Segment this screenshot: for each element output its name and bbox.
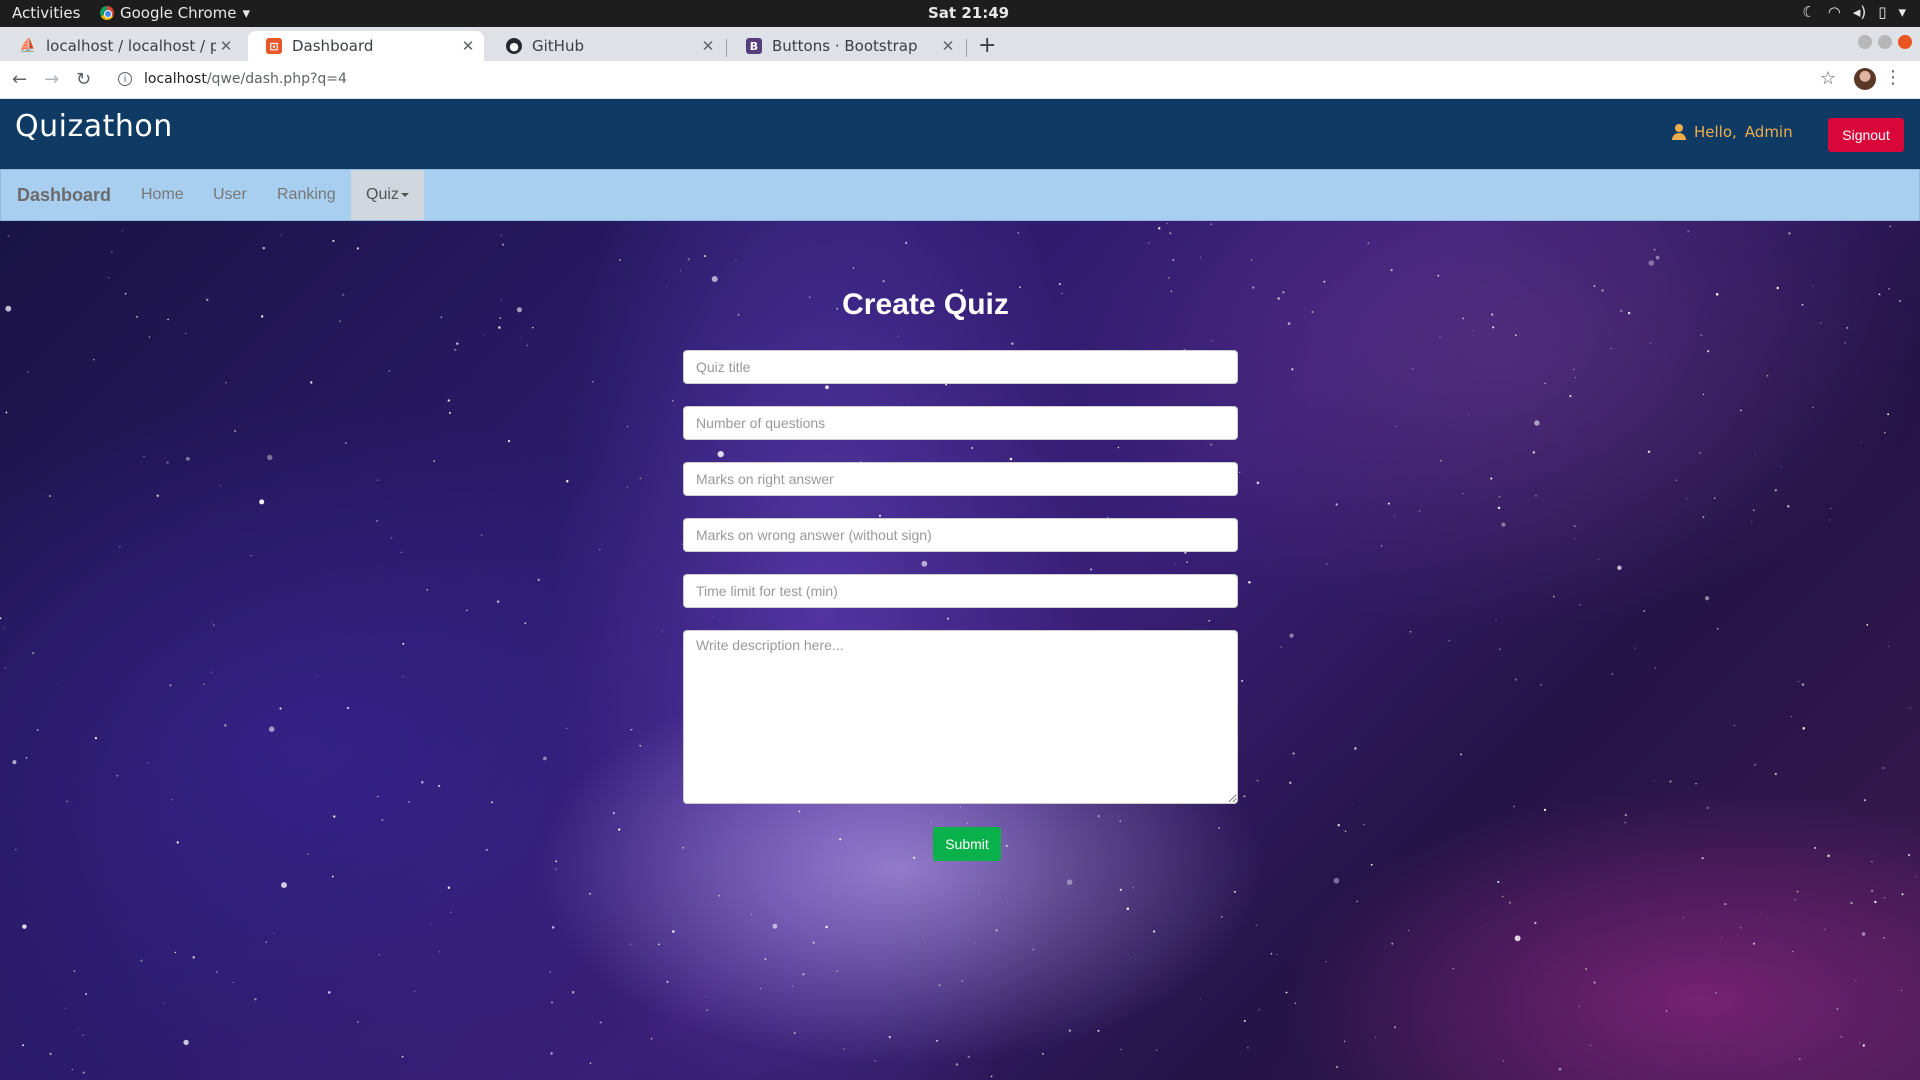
nav-item-ranking[interactable]: Ranking xyxy=(277,186,336,204)
tab-strip: ⛵ localhost / localhost / pro ✕ ⊡ Dashbo… xyxy=(0,27,1920,61)
nav-item-quiz-label: Quiz xyxy=(366,186,399,203)
minimize-icon[interactable] xyxy=(1858,35,1872,49)
submit-button[interactable]: Submit xyxy=(933,827,1001,861)
bootstrap-icon: B xyxy=(746,38,762,54)
time-limit-input[interactable] xyxy=(683,574,1238,608)
tab-bootstrap[interactable]: B Buttons · Bootstrap ✕ xyxy=(728,31,964,61)
form-title: Create Quiz xyxy=(842,288,1009,321)
close-icon[interactable]: ✕ xyxy=(216,37,236,55)
tab-separator xyxy=(726,39,727,57)
nav-item-quiz-dropdown[interactable]: Quiz xyxy=(351,170,424,220)
menu-kebab-icon[interactable]: ⋮ xyxy=(1884,67,1902,88)
activities-button[interactable]: Activities xyxy=(12,4,80,22)
tab-title: Dashboard xyxy=(292,37,374,55)
hello-text: Hello, xyxy=(1694,123,1737,141)
nav-item-home[interactable]: Home xyxy=(141,186,184,204)
user-icon xyxy=(1672,124,1686,140)
maximize-icon[interactable] xyxy=(1878,35,1892,49)
address-bar: ← → ↻ i localhost/qwe/dash.php?q=4 ☆ ⋮ xyxy=(0,61,1920,99)
chevron-down-icon: ▾ xyxy=(1898,3,1906,21)
url-field[interactable]: i localhost/qwe/dash.php?q=4 xyxy=(118,71,347,87)
close-icon[interactable]: ✕ xyxy=(938,37,958,55)
close-icon[interactable]: ✕ xyxy=(698,37,718,55)
os-top-bar: Activities Google Chrome ▾ Sat 21:49 ☾ ◠… xyxy=(0,0,1920,27)
tab-github[interactable]: ● GitHub ✕ xyxy=(488,31,724,61)
wifi-icon: ◠ xyxy=(1827,3,1841,21)
site-logo[interactable]: Quizathon xyxy=(15,109,173,144)
signout-button[interactable]: Signout xyxy=(1828,118,1904,152)
close-icon[interactable]: ✕ xyxy=(458,37,478,55)
dashboard-icon: ⊡ xyxy=(266,38,282,54)
app-menu[interactable]: Google Chrome ▾ xyxy=(100,4,250,22)
marks-right-input[interactable] xyxy=(683,462,1238,496)
description-textarea[interactable] xyxy=(683,630,1238,804)
clock[interactable]: Sat 21:49 xyxy=(928,4,1009,22)
profile-avatar[interactable] xyxy=(1854,68,1876,90)
nav-brand-dashboard[interactable]: Dashboard xyxy=(17,185,111,206)
reload-icon[interactable]: ↻ xyxy=(76,69,91,90)
phpmyadmin-icon: ⛵ xyxy=(19,38,37,54)
url-host: localhost xyxy=(144,71,207,87)
user-greeting: Hello, Admin xyxy=(1672,123,1793,141)
info-icon[interactable]: i xyxy=(118,72,132,86)
new-tab-button[interactable]: + xyxy=(978,33,996,58)
battery-icon: ▯ xyxy=(1878,3,1887,21)
marks-wrong-input[interactable] xyxy=(683,518,1238,552)
system-tray[interactable]: ☾ ◠ ◂) ▯ ▾ xyxy=(1802,3,1906,21)
tab-title: Buttons · Bootstrap xyxy=(772,37,918,55)
bookmark-star-icon[interactable]: ☆ xyxy=(1820,68,1836,89)
close-window-icon[interactable] xyxy=(1898,35,1912,49)
main-nav: Dashboard Home User Ranking Quiz xyxy=(0,169,1920,221)
quiz-title-input[interactable] xyxy=(683,350,1238,384)
tab-title: GitHub xyxy=(532,37,584,55)
tab-dashboard[interactable]: ⊡ Dashboard ✕ xyxy=(248,31,484,61)
url-path: /qwe/dash.php?q=4 xyxy=(206,71,347,87)
back-icon[interactable]: ← xyxy=(12,69,27,90)
nav-item-user[interactable]: User xyxy=(213,186,247,204)
number-of-questions-input[interactable] xyxy=(683,406,1238,440)
night-light-icon: ☾ xyxy=(1802,3,1816,21)
page-content: Quizathon Hello, Admin Signout Dashboard… xyxy=(0,99,1920,1080)
tab-separator xyxy=(966,39,967,57)
volume-icon: ◂) xyxy=(1852,3,1867,21)
chrome-icon xyxy=(100,6,114,20)
github-icon: ● xyxy=(506,38,522,54)
forward-icon[interactable]: → xyxy=(44,69,59,90)
tab-phpmyadmin[interactable]: ⛵ localhost / localhost / pro ✕ xyxy=(2,31,242,61)
site-header: Quizathon Hello, Admin Signout xyxy=(0,99,1920,169)
username[interactable]: Admin xyxy=(1745,123,1793,141)
chevron-down-icon: ▾ xyxy=(242,4,251,22)
caret-down-icon xyxy=(400,192,409,197)
app-name: Google Chrome xyxy=(120,4,237,22)
tab-title: localhost / localhost / pro xyxy=(46,37,216,55)
window-controls xyxy=(1858,35,1912,49)
